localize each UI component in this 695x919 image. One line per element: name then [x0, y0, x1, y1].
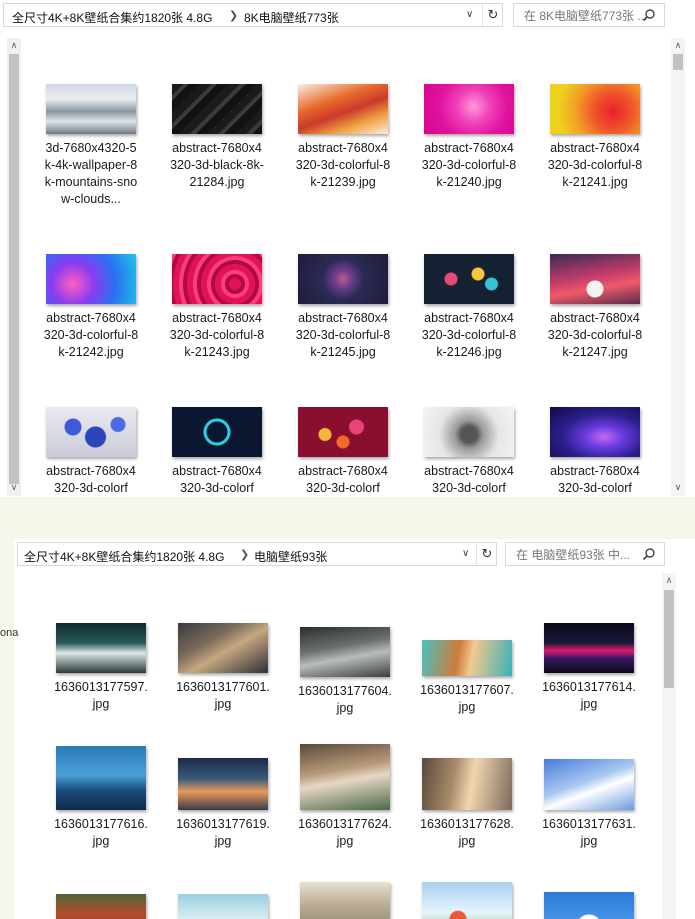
file-name: 1636013177604.jpg [298, 684, 392, 715]
file-name: abstract-7680x4320-3d-colorf [172, 464, 262, 495]
file-name: abstract-7680x4320-3d-colorful-8k-21246.… [421, 311, 517, 359]
file-thumbnail [422, 758, 512, 810]
file-thumbnail [46, 254, 136, 304]
file-item[interactable]: 1636013177616.jpg [49, 746, 153, 850]
file-thumbnail [178, 623, 268, 673]
file-name: abstract-7680x4320-3d-colorful-8k-21247.… [547, 311, 643, 359]
file-item[interactable]: abstract-7680x4320-3d-colorf [39, 407, 143, 497]
file-thumbnail [544, 759, 634, 810]
file-item[interactable]: abstract-7680x4320-3d-colorful-8k-21246.… [417, 254, 521, 361]
file-thumbnail [424, 254, 514, 304]
file-item[interactable]: abstract-7680x4320-3d-colorful-8k-21240.… [417, 84, 521, 191]
top-explorer-window: 全尺寸4K+8K壁纸合集约1820张 4.8G ❯ 8K电脑壁纸773张 ∨ ↻… [0, 0, 695, 497]
file-thumbnail [56, 746, 146, 810]
file-item[interactable]: 1636013177624.jpg [293, 744, 397, 850]
file-thumbnail [550, 254, 640, 304]
file-thumbnail [424, 407, 514, 457]
file-name: abstract-7680x4320-3d-colorful-8k-21239.… [295, 141, 391, 189]
file-item[interactable] [49, 894, 153, 919]
file-thumbnail [550, 84, 640, 134]
file-item[interactable]: 1636013177597.jpg [49, 623, 153, 713]
file-name: abstract-7680x4320-3d-colorful-8k-21242.… [43, 311, 139, 359]
file-thumbnail [298, 84, 388, 134]
bottom-explorer-window: 全尺寸4K+8K壁纸合集约1820张 4.8G ❯ 电脑壁纸93张 ∨ ↻ on… [0, 539, 695, 919]
scroll-thumb[interactable] [673, 54, 683, 70]
file-name: 1636013177624.jpg [298, 817, 392, 848]
file-name: abstract-7680x4320-3d-colorful-8k-21243.… [169, 311, 265, 359]
file-name: 1636013177601.jpg [176, 680, 270, 711]
file-item[interactable]: 3d-7680x4320-5k-4k-wallpaper-8k-mountain… [39, 84, 143, 208]
file-thumbnail [300, 627, 390, 677]
file-thumbnail [46, 407, 136, 457]
file-item[interactable]: 1636013177619.jpg [171, 758, 275, 850]
file-name: 1636013177607.jpg [420, 683, 514, 714]
file-item[interactable]: 1636013177631.jpg [537, 759, 641, 850]
file-item[interactable]: 1636013177607.jpg [415, 640, 519, 716]
file-item[interactable]: abstract-7680x4320-3d-colorf [291, 407, 395, 497]
file-thumbnail [56, 894, 146, 919]
file-item[interactable]: 1636013177628.jpg [415, 758, 519, 850]
file-item[interactable]: 1636013177614.jpg [537, 623, 641, 713]
file-name: 1636013177597.jpg [54, 680, 148, 711]
file-thumbnail [298, 254, 388, 304]
file-thumbnail [172, 84, 262, 134]
file-thumbnail [46, 84, 136, 134]
bottom-file-grid: 1636013177597.jpg 1636013177601.jpg 1636… [14, 539, 660, 919]
file-name: abstract-7680x4320-3d-colorful-8k-21245.… [295, 311, 391, 359]
file-thumbnail [424, 84, 514, 134]
file-name: 1636013177631.jpg [542, 817, 636, 848]
scroll-down-arrow-icon[interactable]: ∨ [671, 482, 685, 493]
file-thumbnail [544, 623, 634, 673]
top-file-grid: 3d-7680x4320-5k-4k-wallpaper-8k-mountain… [0, 0, 670, 497]
file-name: abstract-7680x4320-3d-colorful-8k-21240.… [421, 141, 517, 189]
top-right-scrollbar[interactable]: ∧ ∨ [671, 38, 685, 496]
file-name: abstract-7680x4320-3d-colorf [46, 464, 136, 495]
file-thumbnail [300, 882, 390, 919]
file-item[interactable]: abstract-7680x4320-3d-colorf [165, 407, 269, 497]
scroll-thumb[interactable] [664, 590, 674, 688]
scroll-up-arrow-icon[interactable]: ∧ [671, 40, 685, 51]
file-thumbnail [172, 254, 262, 304]
file-name: abstract-7680x4320-3d-colorful-8k-21241.… [547, 141, 643, 189]
file-thumbnail [178, 894, 268, 919]
file-item[interactable] [537, 892, 641, 919]
file-item[interactable]: 1636013177604.jpg [293, 627, 397, 717]
file-item[interactable]: abstract-7680x4320-3d-colorful-8k-21239.… [291, 84, 395, 191]
file-item[interactable]: abstract-7680x4320-3d-colorf [417, 407, 521, 497]
file-item[interactable] [171, 894, 275, 919]
file-item[interactable]: abstract-7680x4320-3d-black-8k-21284.jpg [165, 84, 269, 191]
file-thumbnail [300, 744, 390, 810]
file-name: 1636013177616.jpg [54, 817, 148, 848]
file-thumbnail [550, 407, 640, 457]
file-item[interactable]: abstract-7680x4320-3d-colorful-8k-21242.… [39, 254, 143, 361]
file-item[interactable]: abstract-7680x4320-3d-colorful-8k-21245.… [291, 254, 395, 361]
file-item[interactable]: abstract-7680x4320-3d-colorful-8k-21243.… [165, 254, 269, 361]
file-name: 1636013177628.jpg [420, 817, 514, 848]
file-item[interactable]: 1636013177601.jpg [171, 623, 275, 713]
file-item[interactable]: abstract-7680x4320-3d-colorful-8k-21247.… [543, 254, 647, 361]
file-thumbnail [544, 892, 634, 919]
file-item[interactable]: abstract-7680x4320-3d-colorful-8k-21241.… [543, 84, 647, 191]
file-name: 1636013177619.jpg [176, 817, 270, 848]
file-thumbnail [298, 407, 388, 457]
file-thumbnail [178, 758, 268, 810]
file-name: abstract-7680x4320-3d-colorf [550, 464, 640, 495]
file-item[interactable] [293, 882, 397, 919]
file-name: 3d-7680x4320-5k-4k-wallpaper-8k-mountain… [44, 141, 138, 206]
file-name: abstract-7680x4320-3d-colorf [424, 464, 514, 495]
bottom-right-scrollbar[interactable]: ∧ [662, 573, 676, 919]
file-thumbnail [422, 640, 512, 676]
file-thumbnail [56, 623, 146, 673]
file-name: abstract-7680x4320-3d-black-8k-21284.jpg [170, 141, 264, 189]
file-thumbnail [422, 882, 512, 919]
file-thumbnail [172, 407, 262, 457]
file-name: 1636013177614.jpg [542, 680, 636, 711]
file-name: abstract-7680x4320-3d-colorf [298, 464, 388, 495]
file-item[interactable]: abstract-7680x4320-3d-colorf [543, 407, 647, 497]
file-item[interactable] [415, 882, 519, 919]
scroll-up-arrow-icon[interactable]: ∧ [662, 575, 676, 586]
